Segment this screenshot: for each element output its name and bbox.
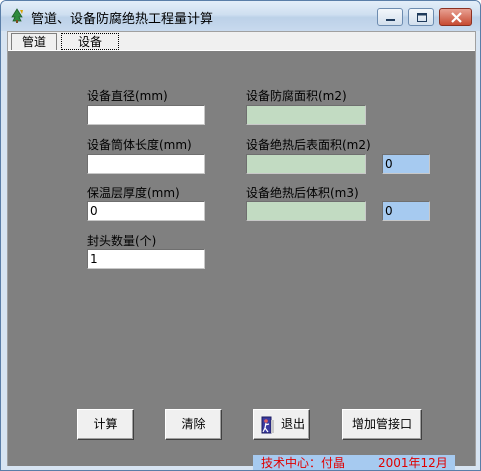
surface-area-output (246, 154, 366, 174)
tab-equipment[interactable]: 设备 (61, 33, 119, 50)
exit-button[interactable]: 退出 (253, 409, 310, 440)
volume-output (246, 201, 366, 221)
length-input[interactable] (87, 154, 205, 174)
app-window: 管道、设备防腐绝热工程量计算 管道 设备 设备直径(mm) 设备筒体长度(mm)… (0, 0, 481, 471)
surface-area-label: 设备绝热后表面积(m2) (246, 138, 371, 152)
credit-date: 2001年12月 (378, 456, 448, 470)
credit-banner: 技术中心：付晶 2001年12月 (253, 455, 455, 470)
minimize-icon (386, 19, 395, 21)
close-button[interactable] (439, 8, 472, 26)
maximize-button[interactable] (408, 8, 434, 26)
exit-button-label: 退出 (281, 417, 306, 431)
maximize-icon (417, 13, 427, 22)
window-title: 管道、设备防腐绝热工程量计算 (31, 12, 214, 27)
title-bar[interactable]: 管道、设备防腐绝热工程量计算 (1, 1, 480, 31)
clear-button[interactable]: 清除 (165, 409, 222, 440)
insulation-thickness-input[interactable] (87, 201, 205, 221)
tab-strip: 管道 设备 (8, 32, 475, 51)
volume-extra-output: 0 (382, 201, 430, 221)
calculate-button[interactable]: 计算 (77, 409, 134, 440)
add-nozzle-button[interactable]: 增加管接口 (342, 409, 422, 440)
diameter-label: 设备直径(mm) (87, 89, 168, 103)
volume-label: 设备绝热后体积(m3) (246, 186, 359, 200)
heads-count-input[interactable] (87, 249, 205, 269)
exit-door-icon (261, 416, 274, 434)
diameter-input[interactable] (87, 105, 205, 125)
length-label: 设备筒体长度(mm) (87, 138, 192, 152)
close-icon (451, 12, 462, 23)
anticorrosion-area-label: 设备防腐面积(m2) (246, 89, 347, 103)
tab-pipe[interactable]: 管道 (11, 33, 57, 50)
heads-count-label: 封头数量(个) (87, 234, 157, 248)
minimize-button[interactable] (377, 8, 403, 26)
anticorrosion-area-output (246, 105, 366, 125)
credit-text: 技术中心：付晶 (261, 456, 346, 470)
client-area: 管道 设备 设备直径(mm) 设备筒体长度(mm) 保温层厚度(mm) 封头数量… (7, 31, 476, 470)
equipment-pane: 设备直径(mm) 设备筒体长度(mm) 保温层厚度(mm) 封头数量(个) 设备… (8, 50, 475, 470)
insulation-thickness-label: 保温层厚度(mm) (87, 186, 180, 200)
surface-area-extra-output: 0 (382, 154, 430, 174)
app-tree-icon (9, 8, 25, 24)
